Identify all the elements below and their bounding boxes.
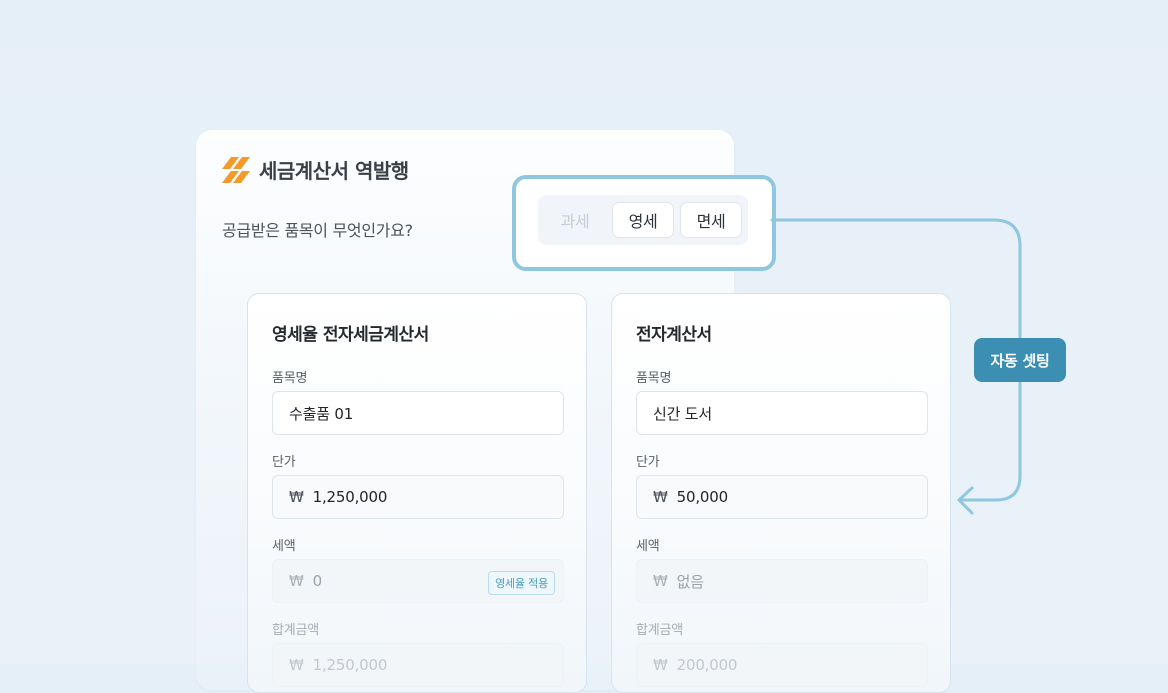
total-amount-field: ₩ 200,000: [636, 643, 928, 687]
tax-amount-field: ₩ 0 영세율 적용: [272, 559, 564, 603]
tax-amount-field: ₩ 없음: [636, 559, 928, 603]
card-title: 영세율 전자세금계산서: [272, 325, 429, 345]
total-amount-value: 1,250,000: [312, 656, 388, 674]
won-icon: ₩: [653, 488, 668, 506]
item-name-value: 수출품 01: [289, 404, 354, 423]
total-amount-label: 합계금액: [636, 623, 684, 638]
item-name-label: 품목명: [636, 371, 672, 386]
item-name-field[interactable]: 수출품 01: [272, 391, 564, 435]
item-name-label: 품목명: [272, 371, 308, 386]
unit-price-field[interactable]: ₩ 50,000: [636, 475, 928, 519]
card-title: 전자계산서: [636, 325, 712, 345]
total-amount-field: ₩ 1,250,000: [272, 643, 564, 687]
unit-price-field[interactable]: ₩ 1,250,000: [272, 475, 564, 519]
unit-price-value: 1,250,000: [312, 488, 388, 506]
tax-amount-value: 0: [312, 572, 323, 590]
item-name-value: 신간 도서: [653, 404, 712, 423]
auto-setting-badge: 자동 셋팅: [974, 338, 1066, 382]
unit-price-value: 50,000: [676, 488, 728, 506]
tax-amount-value: 없음: [676, 572, 704, 591]
won-icon: ₩: [289, 572, 304, 590]
electronic-invoice-card: 전자계산서 품목명 신간 도서 단가 ₩ 50,000 세액 ₩ 없음 합계금액…: [611, 293, 951, 693]
item-name-field[interactable]: 신간 도서: [636, 391, 928, 435]
tax-amount-label: 세액: [272, 539, 296, 554]
won-icon: ₩: [289, 488, 304, 506]
won-icon: ₩: [289, 656, 304, 674]
zero-rated-invoice-card: 영세율 전자세금계산서 품목명 수출품 01 단가 ₩ 1,250,000 세액…: [247, 293, 587, 693]
unit-price-label: 단가: [272, 455, 296, 470]
won-icon: ₩: [653, 572, 668, 590]
total-amount-label: 합계금액: [272, 623, 320, 638]
zero-rate-applied-badge: 영세율 적용: [488, 571, 555, 595]
unit-price-label: 단가: [636, 455, 660, 470]
total-amount-value: 200,000: [676, 656, 738, 674]
tax-amount-label: 세액: [636, 539, 660, 554]
won-icon: ₩: [653, 656, 668, 674]
